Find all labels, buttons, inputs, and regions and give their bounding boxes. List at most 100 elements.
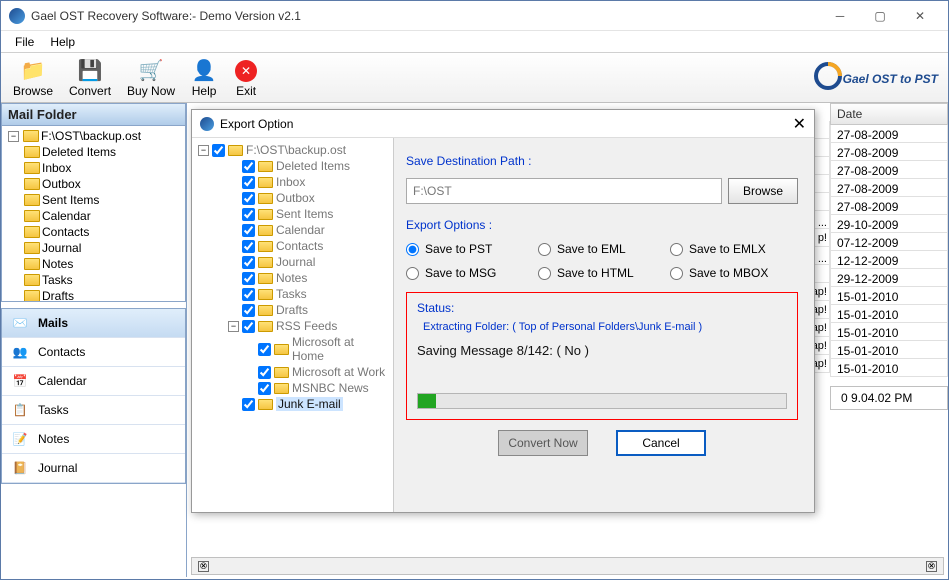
calendar-icon: 📅 — [10, 373, 30, 389]
browse-button[interactable]: Browse — [728, 178, 798, 204]
grid-date-cell: 27-08-2009 — [830, 125, 948, 143]
dtree-item[interactable]: Calendar — [196, 222, 389, 238]
scroll-left-icon[interactable]: ⮿ — [198, 561, 209, 572]
export-opts-label: Export Options : — [406, 218, 798, 232]
grid-date-cell: 27-08-2009 — [830, 143, 948, 161]
dtree-item[interactable]: Notes — [196, 270, 389, 286]
mail-folder-header: Mail Folder — [1, 103, 186, 126]
folder-icon — [274, 344, 289, 355]
nav-calendar[interactable]: 📅Calendar — [2, 367, 185, 396]
dtree-junk-check[interactable] — [242, 398, 255, 411]
nav-tasks[interactable]: 📋Tasks — [2, 396, 185, 425]
folder-icon — [24, 274, 40, 286]
folder-icon — [258, 399, 273, 410]
tree-root[interactable]: −F:\OST\backup.ost — [4, 128, 183, 144]
horizontal-scrollbar[interactable]: ⮿ ⮿ — [191, 557, 944, 575]
tree-item[interactable]: Journal — [4, 240, 183, 256]
dest-path-input[interactable] — [406, 178, 722, 204]
opt-html[interactable]: Save to HTML — [538, 266, 666, 280]
folder-icon — [258, 193, 273, 204]
journal-icon: 📔 — [10, 460, 30, 476]
titlebar: Gael OST Recovery Software:- Demo Versio… — [1, 1, 948, 31]
toolbar-browse[interactable]: 📁Browse — [5, 56, 61, 100]
exit-icon: ✕ — [233, 58, 259, 84]
tree-item[interactable]: Contacts — [4, 224, 183, 240]
toolbar-browse-label: Browse — [13, 84, 53, 98]
close-button[interactable]: ✕ — [900, 2, 940, 30]
toolbar-exit-label: Exit — [236, 84, 256, 98]
nav-contacts[interactable]: 👥Contacts — [2, 338, 185, 367]
folder-icon — [228, 145, 243, 156]
dtree-rss-check[interactable] — [242, 320, 255, 333]
dtree-item[interactable]: Tasks — [196, 286, 389, 302]
browse-icon: 📁 — [20, 58, 46, 84]
opt-emlx[interactable]: Save to EMLX — [670, 242, 798, 256]
grid-date-cell: 27-08-2009 — [830, 161, 948, 179]
convert-now-button[interactable]: Convert Now — [498, 430, 588, 456]
nav-mails[interactable]: ✉️Mails — [2, 309, 185, 338]
tree-item[interactable]: Sent Items — [4, 192, 183, 208]
app-icon — [9, 8, 25, 24]
toolbar-convert-label: Convert — [69, 84, 111, 98]
dtree-item[interactable]: Contacts — [196, 238, 389, 254]
tree-item[interactable]: Notes — [4, 256, 183, 272]
save-dest-label: Save Destination Path : — [406, 154, 798, 168]
folder-icon — [258, 177, 273, 188]
dtree-rss[interactable]: −RSS Feeds — [196, 318, 389, 334]
dtree-item[interactable]: Sent Items — [196, 206, 389, 222]
dtree-root[interactable]: −F:\OST\backup.ost — [196, 142, 389, 158]
tree-item[interactable]: Outbox — [4, 176, 183, 192]
dtree-root-check[interactable] — [212, 144, 225, 157]
opt-pst[interactable]: Save to PST — [406, 242, 534, 256]
mail-icon: ✉️ — [10, 315, 30, 331]
dtree-rss-item[interactable]: Microsoft at Work — [196, 364, 389, 380]
grid-date-cell: 27-08-2009 — [830, 197, 948, 215]
tree-item[interactable]: Tasks — [4, 272, 183, 288]
tree-item[interactable]: Deleted Items — [4, 144, 183, 160]
dialog-close-button[interactable]: ✕ — [793, 114, 806, 134]
maximize-button[interactable]: ▢ — [860, 2, 900, 30]
opt-mbox[interactable]: Save to MBOX — [670, 266, 798, 280]
col-header-date[interactable]: Date — [830, 103, 948, 125]
dtree-item[interactable]: Outbox — [196, 190, 389, 206]
nav-journal[interactable]: 📔Journal — [2, 454, 185, 483]
progress-fill — [418, 394, 436, 408]
dtree-junk[interactable]: Junk E-mail — [196, 396, 389, 412]
menu-file[interactable]: File — [7, 35, 42, 49]
grid-date-cell: 15-01-2010 — [830, 341, 948, 359]
tree-item[interactable]: Calendar — [4, 208, 183, 224]
status-box: Status: Extracting Folder: ( Top of Pers… — [406, 292, 798, 420]
cancel-button[interactable]: Cancel — [616, 430, 706, 456]
dtree-item[interactable]: Drafts — [196, 302, 389, 318]
status-time: 0 9.04.02 PM — [830, 386, 948, 410]
nav-notes[interactable]: 📝Notes — [2, 425, 185, 454]
toolbar-exit[interactable]: ✕Exit — [225, 56, 267, 100]
dtree-item[interactable]: Journal — [196, 254, 389, 270]
tree-item[interactable]: Inbox — [4, 160, 183, 176]
folder-tree[interactable]: −F:\OST\backup.ost Deleted ItemsInboxOut… — [1, 126, 186, 302]
minimize-button[interactable]: ─ — [820, 2, 860, 30]
toolbar-convert[interactable]: 💾Convert — [61, 56, 119, 100]
toolbar-help[interactable]: 👤Help — [183, 56, 225, 100]
folder-icon — [24, 178, 40, 190]
folder-icon — [258, 289, 273, 300]
dtree-item[interactable]: Inbox — [196, 174, 389, 190]
dtree-rss-item[interactable]: MSNBC News — [196, 380, 389, 396]
dtree-rss-item[interactable]: Microsoft at Home — [196, 334, 389, 364]
status-extracting: Extracting Folder: ( Top of Personal Fol… — [417, 321, 787, 333]
opt-eml[interactable]: Save to EML — [538, 242, 666, 256]
tree-item[interactable]: Drafts — [4, 288, 183, 302]
grid-date-cell: 29-12-2009 — [830, 269, 948, 287]
toolbar-buynow[interactable]: 🛒Buy Now — [119, 56, 183, 100]
dtree-item[interactable]: Deleted Items — [196, 158, 389, 174]
folder-icon — [258, 225, 273, 236]
grid-date-cell: 29-10-2009 — [830, 215, 948, 233]
folder-icon — [258, 257, 273, 268]
folder-icon — [258, 209, 273, 220]
opt-msg[interactable]: Save to MSG — [406, 266, 534, 280]
dialog-tree[interactable]: −F:\OST\backup.ost Deleted ItemsInboxOut… — [192, 138, 394, 512]
menu-help[interactable]: Help — [42, 35, 83, 49]
folder-icon — [24, 146, 40, 158]
scroll-right-icon[interactable]: ⮿ — [926, 561, 937, 572]
export-dialog: Export Option ✕ −F:\OST\backup.ost Delet… — [191, 109, 815, 513]
